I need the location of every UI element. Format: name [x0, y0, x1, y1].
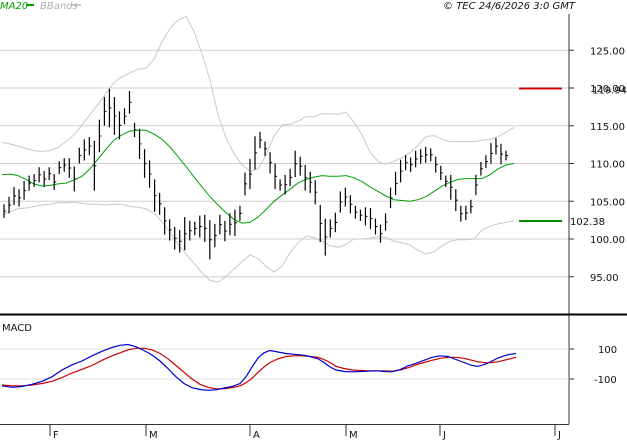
macd-line: [1, 343, 517, 391]
support-label: 102.38: [570, 217, 605, 228]
price-tick-label: 115.00: [590, 122, 625, 133]
macd-title: MACD: [2, 323, 32, 334]
signal-line: [1, 347, 517, 390]
month-tick-label: A: [253, 430, 260, 440]
macd-series: [1, 343, 517, 391]
price-tick-label: 95.00: [590, 273, 619, 284]
price-tick-label: 125.00: [590, 46, 625, 57]
macd-axis-ticks: 100 -100: [569, 345, 617, 386]
month-tick-label: F: [53, 430, 59, 440]
price-axis-ticks: 125.00 120.00 115.00 110.00 105.00 100.00 95.0…: [569, 46, 625, 284]
macd-tick-label: -100: [594, 375, 617, 386]
price-tick-label: 110.00: [590, 160, 625, 171]
month-tick-label: M: [149, 430, 158, 440]
bbands-legend-label: BBands: [40, 1, 78, 12]
macd-tick-label: 100: [598, 345, 617, 356]
price-tick-label: 105.00: [590, 197, 625, 208]
stock-chart: MA20 BBands © TEC 24/6/2026 3:0 GMT 119.…: [0, 1, 627, 440]
copyright-label: © TEC 24/6/2026 3:0 GMT: [443, 1, 576, 12]
price-tick-label: 100.00: [590, 235, 625, 246]
month-tick-label: J: [557, 430, 561, 440]
month-axis: FMAMJJ: [49, 424, 561, 440]
month-tick-label: M: [349, 430, 358, 440]
price-tick-label: 120.00: [590, 84, 625, 95]
month-tick-label: J: [442, 430, 446, 440]
ma20-legend-label: MA20: [0, 1, 28, 12]
